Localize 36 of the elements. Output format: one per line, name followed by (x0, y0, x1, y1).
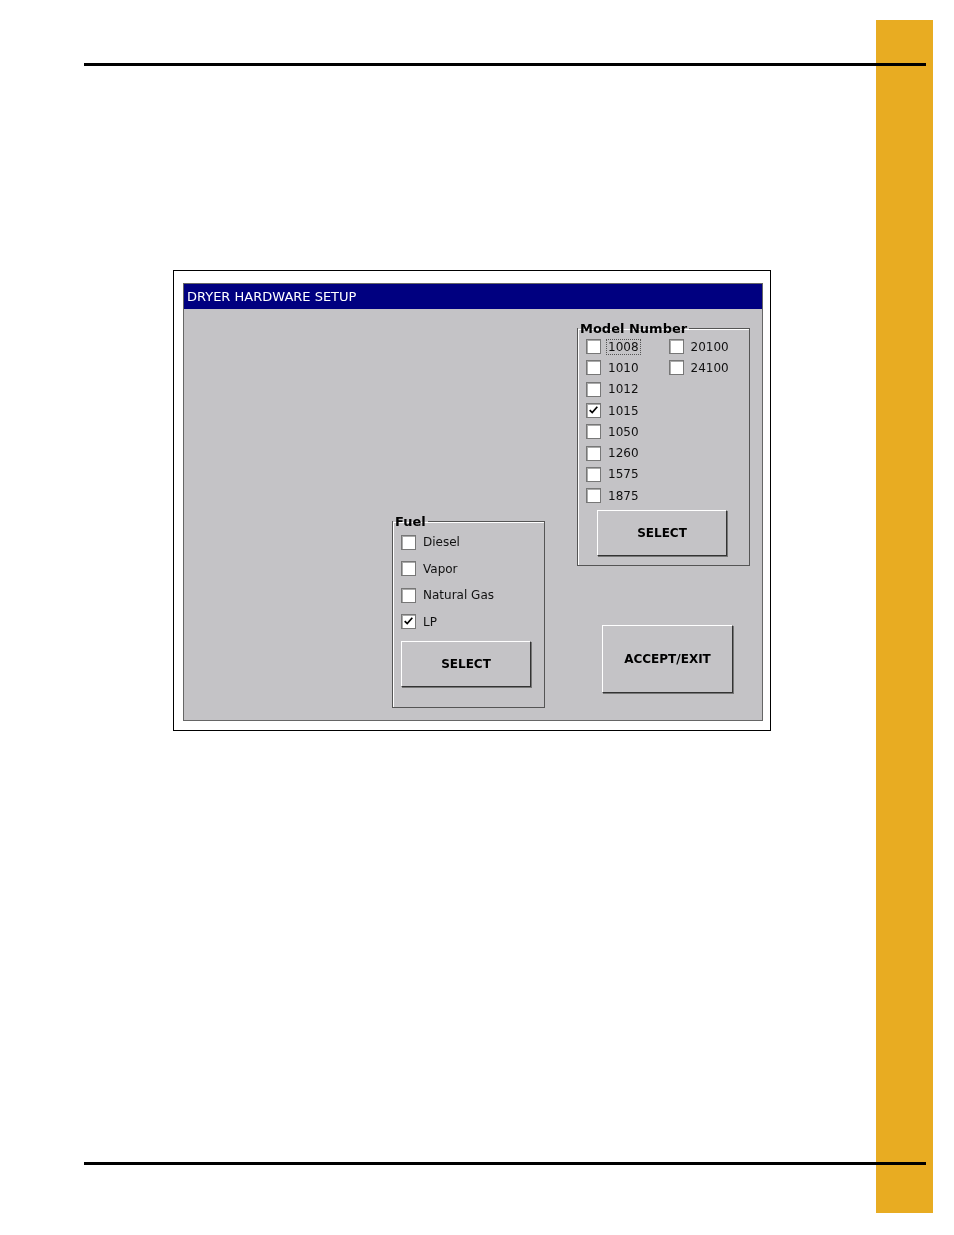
window-title: DRYER HARDWARE SETUP (187, 289, 357, 304)
select-button[interactable]: SELECT (597, 510, 727, 557)
checkbox-label: 1010 (607, 359, 640, 376)
checkbox[interactable] (586, 488, 601, 504)
check-icon (403, 616, 414, 628)
checkbox[interactable] (668, 339, 684, 355)
checkbox-label: Diesel (422, 534, 461, 551)
checkbox-label: 1008 (606, 338, 641, 355)
checkbox[interactable] (586, 339, 601, 355)
checkbox-label: LP (422, 613, 438, 630)
checkbox-label: 1015 (607, 402, 640, 419)
checkbox-label: Vapor (422, 560, 459, 577)
checkbox[interactable] (586, 445, 601, 461)
checkbox-label: 1575 (607, 466, 640, 483)
check-icon (588, 405, 599, 417)
checkbox-label: 1260 (607, 445, 640, 462)
checkbox[interactable] (586, 360, 601, 376)
checkbox[interactable] (401, 614, 416, 630)
group-label: Fuel (394, 514, 427, 529)
checkbox-label: 20100 (689, 338, 730, 355)
checkbox[interactable] (668, 360, 684, 376)
checkbox-label: 1012 (607, 381, 640, 398)
accept-exit-button[interactable]: ACCEPT/EXIT (602, 625, 733, 693)
checkbox[interactable] (586, 381, 601, 397)
checkbox[interactable] (586, 466, 601, 482)
checkbox[interactable] (401, 587, 416, 603)
checkbox[interactable] (401, 534, 416, 550)
select-button[interactable]: SELECT (401, 641, 531, 687)
checkbox[interactable] (401, 561, 416, 577)
checkbox-label: 1875 (607, 487, 640, 504)
group-label: Model Number (579, 321, 689, 336)
checkbox[interactable] (586, 424, 601, 440)
checkbox[interactable] (586, 403, 601, 419)
checkbox-label: 1050 (607, 423, 640, 440)
checkbox-label: 24100 (689, 359, 730, 376)
checkbox-label: Natural Gas (422, 587, 495, 604)
